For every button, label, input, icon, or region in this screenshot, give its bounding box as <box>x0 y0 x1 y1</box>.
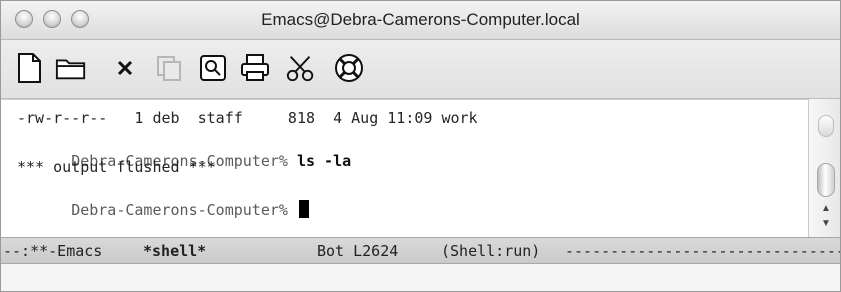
output-flushed-line: *** output flushed *** <box>17 158 216 176</box>
mode-line-fill: ----------------------------------------… <box>565 242 841 260</box>
current-prompt-line: Debra-Camerons-Computer% <box>17 182 309 237</box>
new-file-icon[interactable] <box>13 52 45 84</box>
close-x-icon[interactable] <box>109 52 141 84</box>
vertical-scrollbar[interactable]: ▲ ▼ <box>808 99 840 237</box>
mode-line-major-mode: (Shell:run) <box>441 242 541 260</box>
scroll-thumb[interactable] <box>817 163 835 197</box>
shell-buffer[interactable]: -rw-r--r-- 1 deb staff 818 4 Aug 11:09 w… <box>1 99 808 265</box>
minibuffer[interactable] <box>1 264 840 291</box>
shell-command: ls -la <box>296 152 352 170</box>
mode-line: --:**-Emacs *shell* Bot L2624 (Shell:run… <box>1 237 841 264</box>
open-folder-icon[interactable] <box>55 52 87 84</box>
search-icon[interactable] <box>197 52 229 84</box>
mode-line-buffer-name: *shell* <box>143 242 207 260</box>
toolbar <box>1 40 840 99</box>
lifebuoy-help-icon[interactable] <box>333 52 365 84</box>
emacs-window: Emacs@Debra-Camerons-Computer.local -rw-… <box>0 0 841 292</box>
scroll-up-arrow-icon[interactable]: ▲ <box>819 203 833 215</box>
shell-prompt-current: Debra-Camerons-Computer% <box>71 201 297 219</box>
scroll-down-arrow-icon[interactable]: ▼ <box>819 218 833 230</box>
title-bar: Emacs@Debra-Camerons-Computer.local <box>1 1 840 40</box>
scroll-top-cap <box>818 115 834 137</box>
mode-line-status: --:**-Emacs <box>3 242 103 260</box>
output-line-ls: -rw-r--r-- 1 deb staff 818 4 Aug 11:09 w… <box>17 109 478 127</box>
cut-scissors-icon[interactable] <box>285 52 317 84</box>
print-icon[interactable] <box>239 52 271 84</box>
window-title: Emacs@Debra-Camerons-Computer.local <box>261 10 580 29</box>
copy-icon[interactable] <box>153 52 185 84</box>
text-cursor <box>298 200 309 218</box>
mode-line-position: Bot L2624 <box>317 242 399 260</box>
